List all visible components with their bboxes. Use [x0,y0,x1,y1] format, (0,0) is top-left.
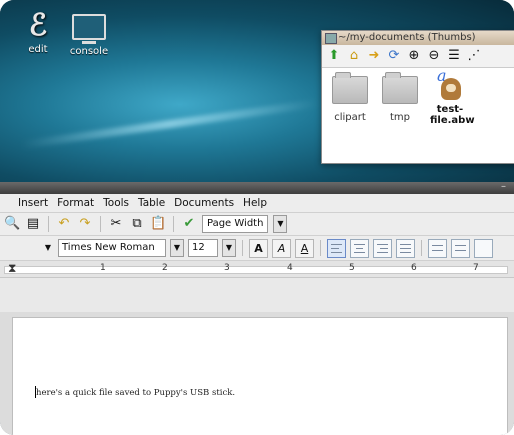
print-icon[interactable]: ▤ [25,216,41,232]
toolbar-separator [320,240,321,256]
zoom-out-icon[interactable]: ⊖ [426,48,442,64]
home-icon[interactable]: ⌂ [346,48,362,64]
font-size-select[interactable]: 12 [188,239,218,257]
desktop-icon-edit[interactable]: ℰ edit [18,8,58,56]
bullet-list-icon[interactable] [428,238,447,258]
desktop-light-streak [20,99,320,149]
align-center-icon[interactable] [350,238,369,258]
font-dropdown-arrow-icon[interactable]: ▼ [170,239,184,257]
desktop-icon-label: console [69,46,109,57]
paste-icon[interactable]: 📋 [150,216,166,232]
file-label: test-file.abw [430,104,475,126]
file-item-clipart[interactable]: clipart [330,72,370,126]
ruler-number: 2 [162,263,168,273]
ruler-number: 4 [287,263,293,273]
file-manager-window: ~/my-documents (Thumbs) ⬆ ⌂ ➜ ⟳ ⊕ ⊖ ☰ ⋰ … [321,30,514,164]
print-preview-icon[interactable]: 🔍 [4,216,20,232]
file-window-toolbar: ⬆ ⌂ ➜ ⟳ ⊕ ⊖ ☰ ⋰ [322,45,514,68]
toolbar-separator [48,216,49,232]
menu-tools[interactable]: Tools [103,197,129,209]
file-window-titlebar[interactable]: ~/my-documents (Thumbs) [322,31,514,45]
copy-icon[interactable]: ⧉ [129,216,145,232]
horizontal-ruler[interactable]: ⧗ 1 2 3 4 5 6 7 [0,261,514,278]
list-view-icon[interactable]: ☰ [446,48,462,64]
underline-icon[interactable]: A [295,238,314,258]
desktop: ℰ edit console ~/my-documents (Thumbs) ⬆… [0,0,514,190]
file-window-title: ~/my-documents (Thumbs) [338,32,476,43]
menu-bar: Insert Format Tools Table Documents Help [0,194,514,213]
file-list: clipart tmp a test-file.abw [322,66,514,134]
zoom-select[interactable]: Page Width [202,215,269,233]
standard-toolbar: 🔍 ▤ ↶ ↷ ✂ ⧉ 📋 ✔ Page Width ▼ [0,213,514,236]
zoom-in-icon[interactable]: ⊕ [406,48,422,64]
toolbar-separator [100,216,101,232]
italic-icon[interactable]: A [272,238,291,258]
menu-help[interactable]: Help [243,197,267,209]
file-label: clipart [334,112,366,123]
desktop-icon-console[interactable]: console [66,10,112,57]
abiword-window: – Insert Format Tools Table Documents He… [0,182,514,435]
menu-format[interactable]: Format [57,197,94,209]
ruler-number: 3 [224,263,230,273]
monitor-icon [72,14,106,40]
desktop-icon-label: edit [28,44,48,55]
size-dropdown-arrow-icon[interactable]: ▼ [222,239,236,257]
document-area: here's a quick file saved to Puppy's USB… [0,312,514,435]
justify-icon[interactable] [396,238,415,258]
monitor-stand [82,41,96,44]
file-label: tmp [389,112,410,123]
format-toolbar: ▼ Times New Roman ▼ 12 ▼ A A A [0,236,514,261]
document-text[interactable]: here's a quick file saved to Puppy's USB… [36,388,235,398]
document-page[interactable]: here's a quick file saved to Puppy's USB… [12,317,508,435]
menu-documents[interactable]: Documents [174,197,234,209]
up-arrow-icon[interactable]: ⬆ [326,48,342,64]
numbered-list-icon[interactable] [451,238,470,258]
toolbar-separator [421,240,422,256]
ruler-track [4,266,508,274]
abiword-titlebar[interactable]: – [0,182,514,194]
indent-marker-icon[interactable]: ⧗ [8,261,16,276]
window-icon [325,33,337,44]
align-left-icon[interactable] [327,238,346,258]
ruler-number: 5 [349,263,355,273]
style-dropdown-arrow-icon[interactable]: ▼ [42,240,54,256]
font-family-select[interactable]: Times New Roman [58,239,166,257]
menu-table[interactable]: Table [138,197,165,209]
abiword-document-icon: a [435,66,465,102]
menu-insert[interactable]: Insert [18,197,48,209]
ruler-number: 1 [100,263,106,273]
redo-icon[interactable]: ↷ [77,216,93,232]
toolbar-separator [173,216,174,232]
cut-icon[interactable]: ✂ [108,216,124,232]
folder-icon [382,72,418,104]
more-icon[interactable]: ⋰ [466,48,482,64]
file-item-test-file[interactable]: a test-file.abw [430,66,475,126]
undo-icon[interactable]: ↶ [56,216,72,232]
minimize-icon[interactable]: – [501,182,506,192]
align-right-icon[interactable] [373,238,392,258]
zoom-dropdown-arrow-icon[interactable]: ▼ [273,215,288,233]
ruler-number: 6 [411,263,417,273]
file-item-tmp[interactable]: tmp [380,72,420,126]
folder-icon [332,72,368,104]
refresh-icon[interactable]: ⟳ [386,48,402,64]
toolbar-separator [242,240,243,256]
spellcheck-icon[interactable]: ✔ [181,216,197,232]
more-format-icon[interactable] [474,238,493,258]
pen-icon: ℰ [28,8,48,43]
back-icon[interactable]: ➜ [366,48,382,64]
screen: ℰ edit console ~/my-documents (Thumbs) ⬆… [0,0,514,435]
ruler-number: 7 [473,263,479,273]
bold-icon[interactable]: A [249,238,268,258]
